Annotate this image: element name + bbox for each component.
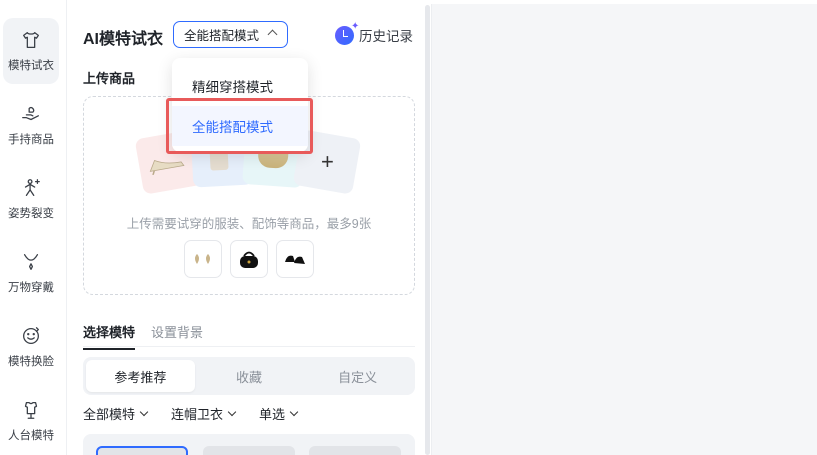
chevron-up-icon [267,29,278,40]
sample-thumb-earrings[interactable] [184,240,222,278]
model-filters: 全部模特 连帽卫衣 单选 [83,404,299,423]
segment-recommended[interactable]: 参考推荐 [86,360,195,392]
shirt-icon [23,32,39,48]
rail-item-face-swap[interactable]: 模特换脸 [3,314,59,380]
face-swap-icon [23,327,39,344]
earrings-image [195,254,210,264]
filter-single-select[interactable]: 单选 [259,404,299,423]
rail-item-pose[interactable]: 姿势裂变 [3,166,59,232]
upload-section-label: 上传商品 [83,71,136,86]
chevron-down-icon [139,407,149,416]
handbag-image [240,251,258,268]
preview-canvas [431,4,817,455]
upload-hint: 上传需要试穿的服装、配饰等商品，最多9张 [126,217,372,231]
necklace-icon [23,254,39,270]
sample-thumb-shoes[interactable] [276,240,314,278]
panel-scrollbar[interactable] [425,5,430,455]
model-card[interactable] [309,446,401,455]
history-label: 历史记录 [359,29,413,44]
hand-holding-icon [22,106,39,121]
model-card[interactable] [96,446,188,455]
left-rail: 模特试衣 手持商品 姿势裂变 万物穿戴 模特换脸 人台模特 [0,0,67,455]
mannequin-icon [24,402,38,419]
mode-dropdown-menu: 精细穿搭模式 全能搭配模式 [172,58,308,152]
rail-item-label: 手持商品 [8,134,54,146]
rail-item-label: 模特试衣 [8,60,54,72]
model-source-segmented: 参考推荐 收藏 自定义 [83,357,415,395]
pose-icon [24,179,40,196]
rail-item-label: 模特换脸 [8,356,54,368]
filter-label: 连帽卫衣 [171,407,224,422]
history-button[interactable]: ✦ 历史记录 [335,21,413,45]
rail-item-label: 姿势裂变 [8,208,54,220]
chevron-down-icon [289,407,299,416]
sample-thumb-handbag[interactable] [230,240,268,278]
segment-custom[interactable]: 自定义 [303,360,412,392]
page-title: AI模特试衣 [83,31,164,48]
rail-item-wear-anything[interactable]: 万物穿戴 [3,240,59,306]
chevron-down-icon [227,407,237,416]
rail-item-mannequin[interactable]: 人台模特 [3,388,59,454]
shoes-image [285,255,305,264]
rail-item-model-tryon[interactable]: 模特试衣 [3,18,59,84]
tabs-divider [83,346,415,347]
segment-favorites[interactable]: 收藏 [195,360,304,392]
filter-label: 单选 [259,407,286,422]
model-grid [83,434,415,455]
mode-select-value: 全能搭配模式 [184,29,260,43]
sparkle-icon: ✦ [351,21,360,32]
sample-thumbnails [184,240,314,278]
filter-label: 全部模特 [83,407,136,422]
model-card[interactable] [203,446,295,455]
rail-item-hand-product[interactable]: 手持商品 [3,92,59,158]
option-all-round-mode[interactable]: 全能搭配模式 [172,106,308,146]
filter-all-models[interactable]: 全部模特 [83,404,149,423]
option-fine-outfit-mode[interactable]: 精细穿搭模式 [172,66,308,106]
rail-item-label: 万物穿戴 [8,282,54,294]
mode-select[interactable]: 全能搭配模式 [173,21,288,48]
plus-icon: + [320,148,334,174]
filter-hoodie[interactable]: 连帽卫衣 [171,404,237,423]
rail-item-label: 人台模特 [8,430,54,442]
